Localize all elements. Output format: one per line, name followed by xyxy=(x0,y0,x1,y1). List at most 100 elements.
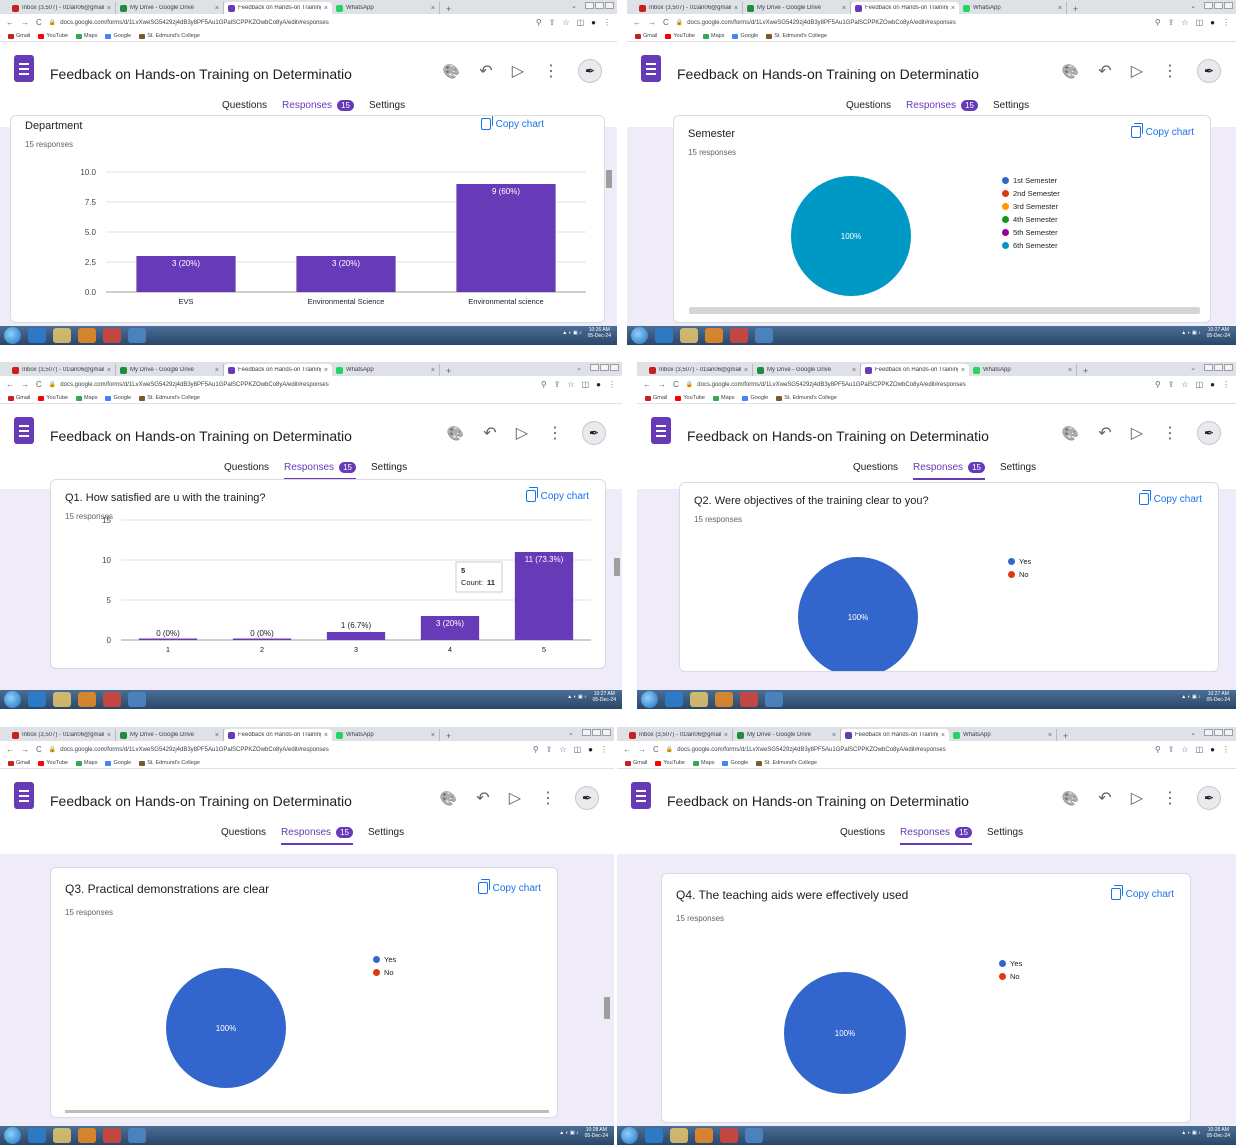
send-icon[interactable]: ▷ xyxy=(516,423,528,443)
forward-arrow-icon[interactable]: → xyxy=(658,380,666,389)
bookmark-star-icon[interactable]: ☆ xyxy=(1181,380,1188,389)
tab-close-icon[interactable]: × xyxy=(431,5,435,12)
undo-icon[interactable]: ↶ xyxy=(479,61,492,81)
minimize-button[interactable] xyxy=(1204,364,1213,371)
close-window-button[interactable] xyxy=(602,729,611,736)
media-player-icon[interactable] xyxy=(78,328,96,343)
paint-icon[interactable] xyxy=(755,328,773,343)
bookmark-item[interactable]: YouTube xyxy=(38,760,68,766)
menu-dots-icon[interactable]: ⋮ xyxy=(603,18,611,27)
tab-settings[interactable]: Settings xyxy=(987,827,1023,838)
browser-tab[interactable]: Inbox (3,507) - 01lan06@gmail.c × xyxy=(645,364,753,376)
url-field[interactable]: 🔒 docs.google.com/forms/d/1LvXweSG5429zj4… xyxy=(676,19,1148,26)
media-player-icon[interactable] xyxy=(695,1128,713,1143)
palette-icon[interactable]: 🎨 xyxy=(1062,425,1079,442)
maximize-button[interactable] xyxy=(600,364,609,371)
browser-tab[interactable]: My Drive - Google Drive × xyxy=(743,2,851,14)
chrome-icon[interactable] xyxy=(730,328,748,343)
tab-responses[interactable]: Responses 15 xyxy=(284,462,356,480)
account-avatar[interactable]: ✒ xyxy=(582,421,606,445)
horizontal-scrollbar[interactable] xyxy=(689,307,1200,314)
tab-settings[interactable]: Settings xyxy=(1000,462,1036,473)
account-avatar[interactable]: ✒ xyxy=(1197,786,1221,810)
form-title[interactable]: Feedback on Hands-on Training on Determi… xyxy=(50,66,352,82)
tab-close-icon[interactable]: × xyxy=(744,367,748,374)
maximize-button[interactable] xyxy=(592,729,601,736)
internet-explorer-icon[interactable] xyxy=(28,328,46,343)
tab-questions[interactable]: Questions xyxy=(221,827,266,838)
page-scrollbar-thumb[interactable] xyxy=(604,997,610,1019)
browser-tab[interactable]: Feedback on Hands-on Training × xyxy=(851,2,959,14)
zoom-icon[interactable]: ⚲ xyxy=(1155,380,1161,389)
tab-close-icon[interactable]: × xyxy=(724,732,728,739)
clock[interactable]: 10:26 AM 05-Dec-24 xyxy=(588,327,611,339)
menu-dots-icon[interactable]: ⋮ xyxy=(608,380,616,389)
browser-tab[interactable]: Feedback on Hands-on Training × xyxy=(224,2,332,14)
bookmark-star-icon[interactable]: ☆ xyxy=(559,745,566,754)
back-arrow-icon[interactable]: ← xyxy=(633,18,641,27)
account-avatar[interactable]: ✒ xyxy=(1197,421,1221,445)
more-vert-icon[interactable]: ⋮ xyxy=(543,61,559,81)
tab-close-icon[interactable]: × xyxy=(107,732,111,739)
menu-dots-icon[interactable]: ⋮ xyxy=(1222,380,1230,389)
tab-close-icon[interactable]: × xyxy=(324,367,328,374)
tab-close-icon[interactable]: × xyxy=(734,5,738,12)
menu-dots-icon[interactable]: ⋮ xyxy=(1222,18,1230,27)
tab-search-chevron-icon[interactable]: ⌄ xyxy=(1190,364,1196,372)
tab-close-icon[interactable]: × xyxy=(107,367,111,374)
profile-icon[interactable]: ● xyxy=(1210,380,1215,389)
maximize-button[interactable] xyxy=(1214,2,1223,9)
share-icon[interactable]: ⇪ xyxy=(1168,18,1175,27)
bookmark-item[interactable]: Maps xyxy=(76,395,97,401)
bookmark-item[interactable]: Maps xyxy=(693,760,714,766)
browser-tab[interactable]: My Drive - Google Drive × xyxy=(116,2,224,14)
internet-explorer-icon[interactable] xyxy=(645,1128,663,1143)
share-icon[interactable]: ⇪ xyxy=(1168,380,1175,389)
forward-arrow-icon[interactable]: → xyxy=(21,380,29,389)
minimize-button[interactable] xyxy=(582,729,591,736)
tab-close-icon[interactable]: × xyxy=(842,5,846,12)
undo-icon[interactable]: ↶ xyxy=(483,423,496,443)
bookmark-item[interactable]: YouTube xyxy=(38,33,68,39)
bookmark-item[interactable]: Gmail xyxy=(8,760,30,766)
new-tab-button[interactable]: + xyxy=(1067,4,1084,14)
file-explorer-icon[interactable] xyxy=(53,692,71,707)
tab-search-chevron-icon[interactable]: ⌄ xyxy=(571,2,577,10)
zoom-icon[interactable]: ⚲ xyxy=(536,18,542,27)
side-panel-icon[interactable]: ◫ xyxy=(582,380,590,389)
google-forms-logo-icon[interactable] xyxy=(14,782,34,809)
form-title[interactable]: Feedback on Hands-on Training on Determi… xyxy=(687,428,989,444)
tab-close-icon[interactable]: × xyxy=(832,732,836,739)
back-arrow-icon[interactable]: ← xyxy=(623,745,631,754)
clock[interactable]: 10:28 AM 05-Dec-24 xyxy=(585,1127,608,1139)
send-icon[interactable]: ▷ xyxy=(1131,788,1143,808)
profile-icon[interactable]: ● xyxy=(591,18,596,27)
media-player-icon[interactable] xyxy=(705,328,723,343)
profile-icon[interactable]: ● xyxy=(596,380,601,389)
url-field[interactable]: 🔒 docs.google.com/forms/d/1LvXweSG5429zj4… xyxy=(49,381,534,388)
palette-icon[interactable]: 🎨 xyxy=(440,790,457,807)
account-avatar[interactable]: ✒ xyxy=(575,786,599,810)
bookmark-item[interactable]: YouTube xyxy=(665,33,695,39)
start-button-icon[interactable] xyxy=(641,691,658,708)
browser-tab[interactable]: Inbox (3,507) - 01lan06@gmail.c × xyxy=(8,729,116,741)
bookmark-item[interactable]: YouTube xyxy=(655,760,685,766)
file-explorer-icon[interactable] xyxy=(670,1128,688,1143)
tab-close-icon[interactable]: × xyxy=(324,732,328,739)
minimize-button[interactable] xyxy=(585,2,594,9)
bookmark-star-icon[interactable]: ☆ xyxy=(1181,745,1188,754)
palette-icon[interactable]: 🎨 xyxy=(1062,63,1079,80)
maximize-button[interactable] xyxy=(595,2,604,9)
minimize-button[interactable] xyxy=(1204,729,1213,736)
palette-icon[interactable]: 🎨 xyxy=(1062,790,1079,807)
undo-icon[interactable]: ↶ xyxy=(476,788,489,808)
forward-arrow-icon[interactable]: → xyxy=(21,18,29,27)
google-forms-logo-icon[interactable] xyxy=(14,55,34,82)
chrome-icon[interactable] xyxy=(103,1128,121,1143)
tab-responses[interactable]: Responses 15 xyxy=(913,462,985,480)
paint-icon[interactable] xyxy=(745,1128,763,1143)
back-arrow-icon[interactable]: ← xyxy=(6,18,14,27)
clock[interactable]: 10:27 AM 05-Dec-24 xyxy=(593,691,616,703)
browser-tab[interactable]: My Drive - Google Drive × xyxy=(116,729,224,741)
zoom-icon[interactable]: ⚲ xyxy=(533,745,539,754)
